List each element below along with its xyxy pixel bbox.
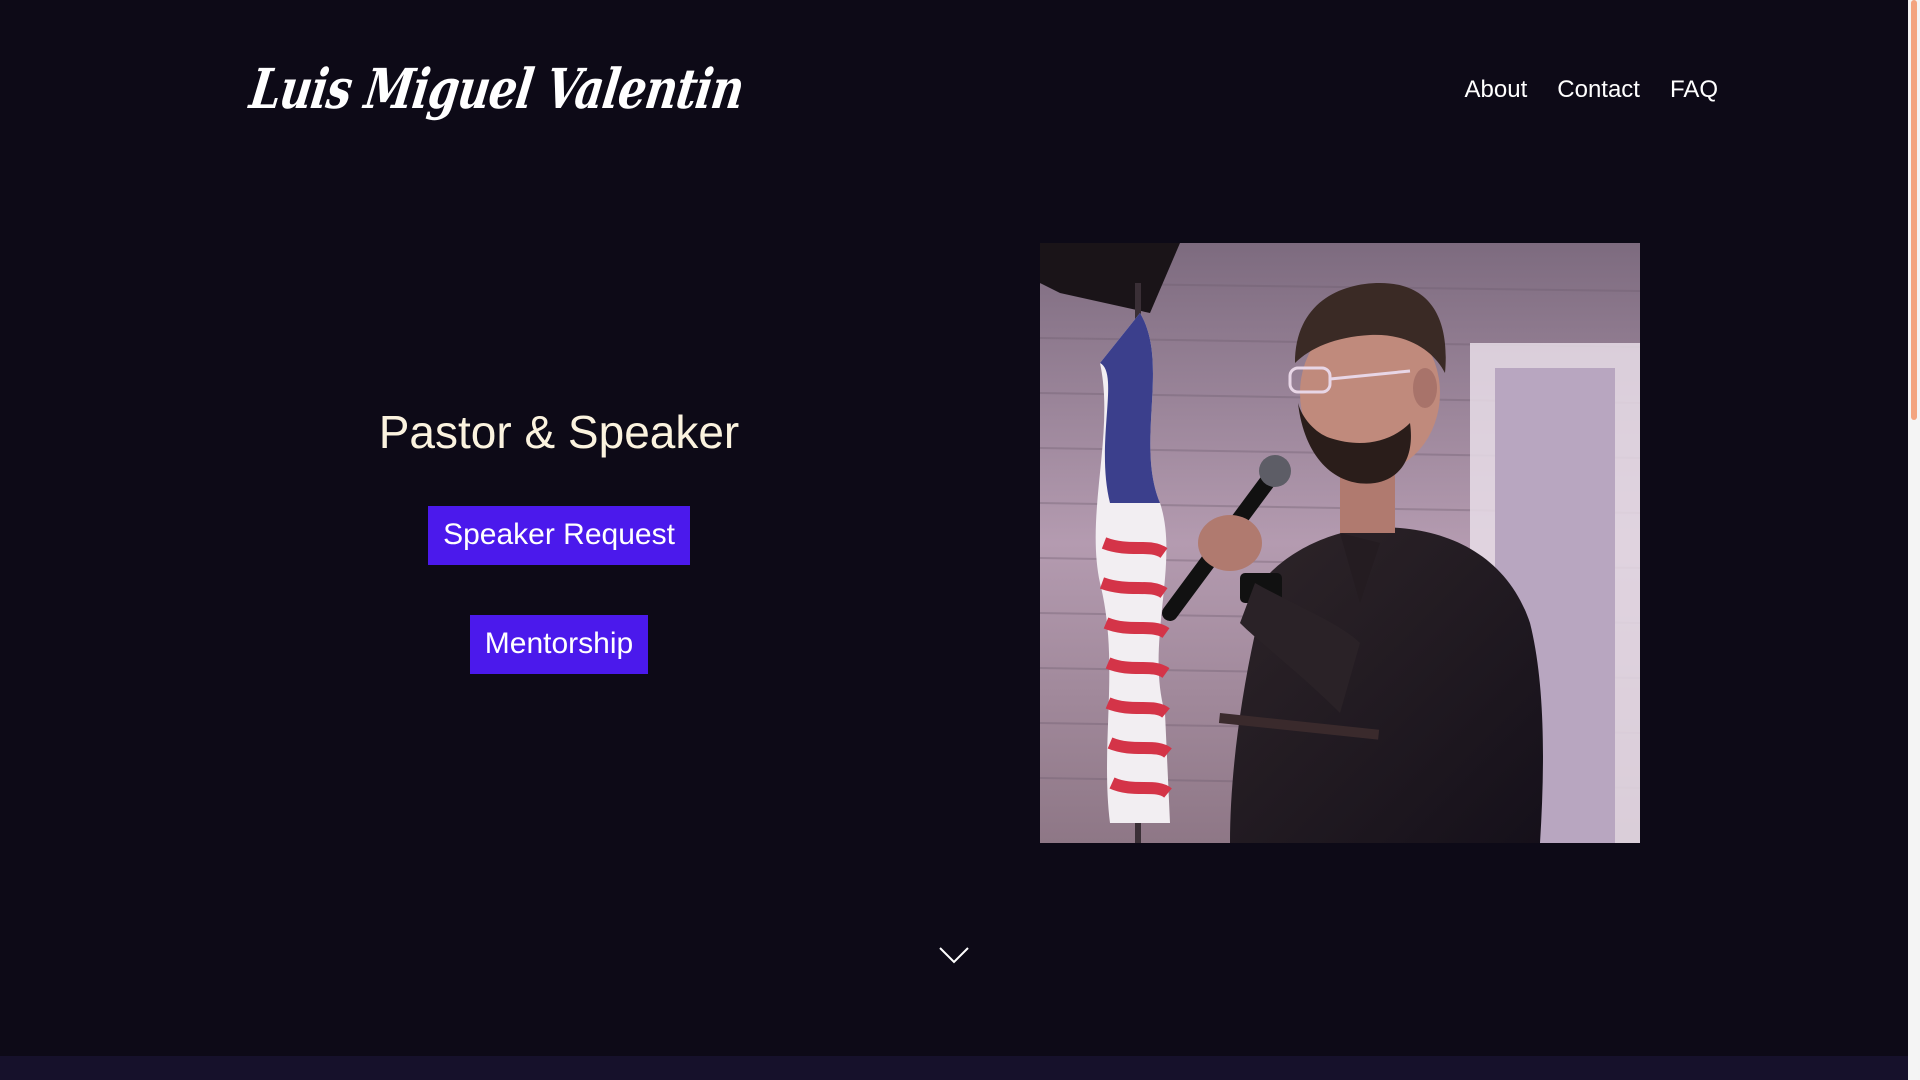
- nav-link-about[interactable]: About: [1465, 76, 1528, 104]
- scrollbar[interactable]: [1908, 0, 1920, 1080]
- main-nav: About Contact FAQ: [1465, 76, 1718, 104]
- hero-intro: Pastor & Speaker Speaker Request Mentors…: [260, 405, 858, 675]
- nav-link-contact[interactable]: Contact: [1557, 76, 1640, 104]
- hero-title: Pastor & Speaker: [378, 406, 740, 458]
- nav-link-faq[interactable]: FAQ: [1670, 76, 1718, 104]
- next-section-peek: [0, 1056, 1908, 1080]
- page: Luis Miguel Valentin About Contact FAQ P…: [0, 0, 1920, 1080]
- scrollbar-thumb[interactable]: [1911, 0, 1917, 420]
- scroll-down-button[interactable]: [938, 944, 970, 966]
- hero-photo: [1040, 243, 1640, 843]
- chevron-down-icon: [939, 947, 969, 964]
- mentorship-button[interactable]: Mentorship: [469, 615, 649, 675]
- site-logo[interactable]: Luis Miguel Valentin: [246, 58, 747, 122]
- speaker-request-button[interactable]: Speaker Request: [428, 506, 690, 566]
